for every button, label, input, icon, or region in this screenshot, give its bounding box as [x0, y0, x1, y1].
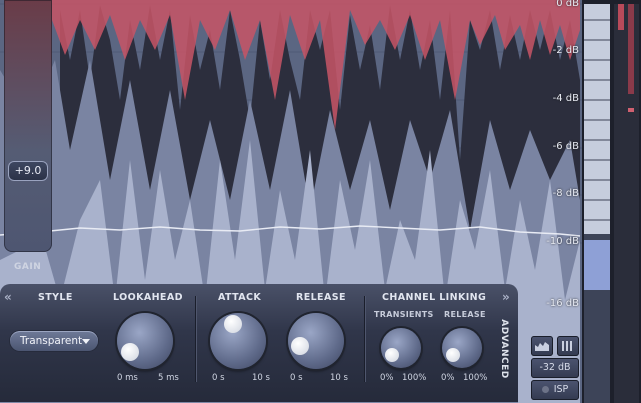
- db-label: -2 dB: [552, 45, 579, 56]
- gain-label: GAIN: [14, 262, 42, 272]
- db-label: -10 dB: [546, 236, 579, 247]
- style-dropdown[interactable]: Transparent: [10, 331, 98, 351]
- lookahead-min: 0 ms: [117, 373, 138, 383]
- display-mode-bars-button[interactable]: [557, 336, 579, 356]
- knob-indicator: [446, 348, 460, 362]
- chevron-down-icon: [82, 339, 90, 344]
- waveform-icon: [535, 342, 549, 351]
- style-value: Transparent: [20, 335, 83, 347]
- collapse-left-icon[interactable]: «: [4, 290, 12, 304]
- expand-right-icon[interactable]: »: [502, 290, 510, 304]
- release-max: 10 s: [330, 373, 348, 383]
- db-label: -6 dB: [552, 141, 579, 152]
- lookahead-label: LOOKAHEAD: [113, 292, 183, 303]
- transients-min: 0%: [380, 373, 394, 383]
- style-label: STYLE: [38, 292, 73, 303]
- transients-max: 100%: [402, 373, 427, 383]
- attack-label: ATTACK: [218, 292, 262, 303]
- link-release-min: 0%: [441, 373, 455, 383]
- db-label: -8 dB: [552, 188, 579, 199]
- isp-indicator-icon: [541, 386, 549, 393]
- bars-icon: [562, 341, 572, 351]
- knob-indicator: [291, 337, 309, 355]
- display-mode-waveform-button[interactable]: [531, 336, 553, 356]
- range-button[interactable]: -32 dB: [531, 358, 579, 378]
- knob-indicator: [121, 343, 139, 361]
- attack-max: 10 s: [252, 373, 270, 383]
- lookahead-knob[interactable]: [117, 313, 173, 369]
- transients-knob[interactable]: [381, 328, 421, 368]
- db-label: 0 dB: [556, 0, 579, 9]
- attack-knob[interactable]: [210, 313, 266, 369]
- knob-indicator: [385, 348, 399, 362]
- transients-label: TRANSIENTS: [374, 310, 434, 319]
- release-label: RELEASE: [296, 292, 346, 303]
- link-release-knob[interactable]: [442, 328, 482, 368]
- release-knob[interactable]: [288, 313, 344, 369]
- advanced-label: ADVANCED: [498, 319, 509, 379]
- db-label: -16 dB: [546, 298, 579, 309]
- divider: [195, 296, 196, 382]
- output-level-meter: [582, 0, 641, 403]
- attack-min: 0 s: [212, 373, 225, 383]
- link-release-max: 100%: [463, 373, 488, 383]
- isp-button[interactable]: ISP: [531, 380, 579, 400]
- db-label: -4 dB: [552, 93, 579, 104]
- gain-value[interactable]: +9.0: [8, 161, 48, 181]
- link-release-label: RELEASE: [444, 310, 486, 319]
- isp-label: ISP: [553, 384, 569, 395]
- limiter-plugin: 0 dB -2 dB -4 dB -6 dB -8 dB -10 dB -16 …: [0, 0, 641, 403]
- channel-linking-label: CHANNEL LINKING: [382, 292, 487, 303]
- knob-indicator: [224, 315, 242, 333]
- release-min: 0 s: [290, 373, 303, 383]
- lookahead-max: 5 ms: [158, 373, 179, 383]
- divider: [364, 296, 365, 382]
- gain-slider[interactable]: [4, 0, 52, 252]
- advanced-toggle[interactable]: ADVANCED: [498, 312, 518, 392]
